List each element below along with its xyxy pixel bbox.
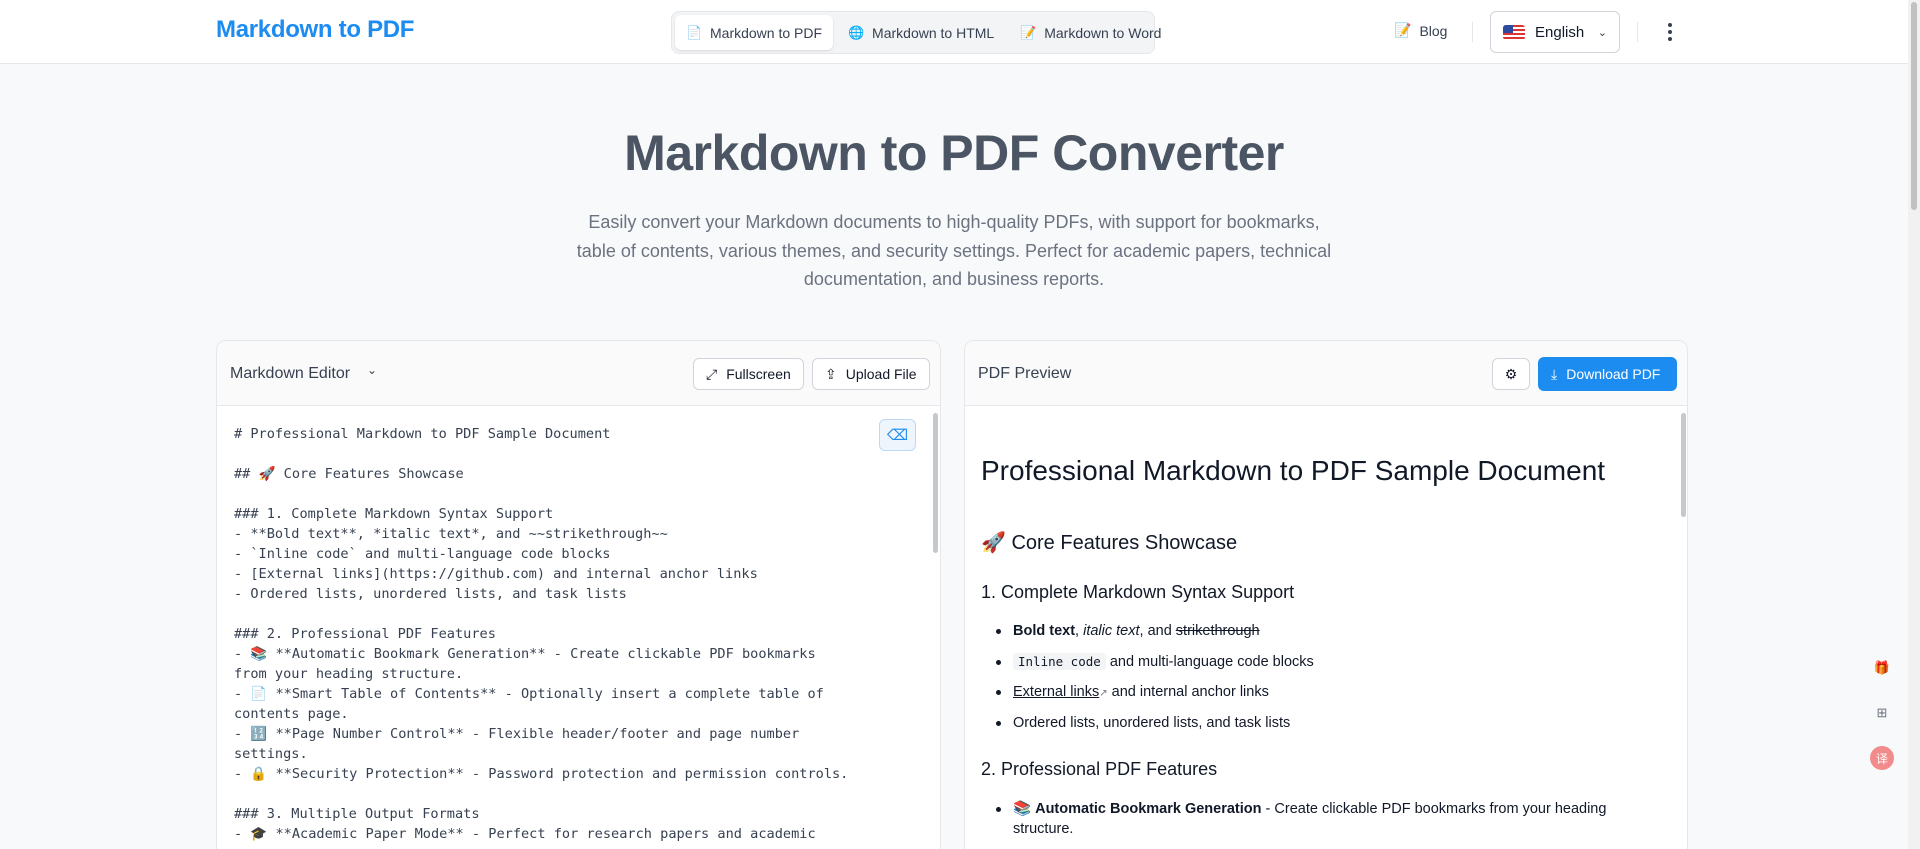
language-label: English [1535,23,1585,41]
editor-line: # Professional Markdown to PDF Sample Do… [234,426,611,442]
apps-icon[interactable]: ⊞ [1870,701,1894,725]
preview-list: Bold text, italic text, and strikethroug… [996,621,1314,744]
editor-scrollbar[interactable] [933,413,938,553]
editor-line: - Ordered lists, unordered lists, and ta… [234,586,627,602]
markdown-editor-panel: Markdown Editor ⌄ ⤢ Fullscreen ⇪ Upload … [216,340,941,849]
converter-tabs: 📄 Markdown to PDF 🌐 Markdown to HTML 📝 M… [671,11,1161,54]
upload-label: Upload File [845,366,917,382]
divider [1637,22,1638,42]
list-item: Bold text, italic text, and strikethroug… [996,621,1314,652]
text: structure. [1013,821,1074,837]
editor-line: - 🔢 **Page Number Control** - Flexible h… [234,726,800,742]
settings-button[interactable]: ⚙ [1492,358,1530,390]
strike-text: strikethrough [1175,623,1260,639]
markdown-textarea[interactable]: # Professional Markdown to PDF Sample Do… [217,407,940,849]
language-select[interactable]: English ⌄ [1490,11,1620,53]
clear-eraser-icon[interactable]: ⌫ [879,419,916,451]
preview-list: 📚 Automatic Bookmark Generation - Create… [995,799,1607,839]
brand-logo[interactable]: Markdown to PDF [216,16,414,44]
us-flag-icon [1503,24,1525,40]
editor-line: - [External links](https://github.com) a… [234,566,758,582]
editor-line: - **Bold text**, *italic text*, and ~~st… [234,526,668,542]
tab-markdown-to-pdf[interactable]: 📄 Markdown to PDF [675,15,834,50]
preview-scrollbar[interactable] [1681,413,1686,517]
inline-code: Inline code [1013,652,1106,670]
page-scrollbar[interactable] [1908,0,1920,849]
text: and internal anchor links [1107,684,1269,700]
editor-line: ## 🚀 Core Features Showcase [234,466,464,482]
preview-heading-2: 🚀 Core Features Showcase [981,532,1238,554]
editor-line: settings. [234,746,308,762]
external-link-icon: ↗ [1099,688,1108,699]
list-item: Ordered lists, unordered lists, and task… [996,713,1314,744]
editor-line: - 🎓 **Academic Paper Mode** - Perfect fo… [234,826,816,842]
gear-icon: ⚙ [1504,365,1518,382]
list-item: External links↗ and internal anchor link… [996,682,1314,713]
text: - Create clickable PDF bookmarks from yo… [1261,801,1607,817]
preview-heading-3: 1. Complete Markdown Syntax Support [981,582,1295,602]
editor-line: - `Inline code` and multi-language code … [234,546,611,562]
upload-file-button[interactable]: ⇪ Upload File [812,358,930,390]
books-icon: 📚 [1013,801,1032,817]
upload-icon: ⇪ [825,365,837,382]
tab-label: Markdown to HTML [872,24,995,41]
preview-heading-3: 2. Professional PDF Features [981,759,1218,779]
editor-line: contents page. [234,706,349,722]
page-subtitle: Easily convert your Markdown documents t… [576,212,1332,289]
chevron-down-icon: ⌄ [1597,26,1607,39]
editor-line: from your heading structure. [234,666,464,682]
top-navbar: Markdown to PDF 📄 Markdown to PDF 🌐 Mark… [0,0,1908,64]
text: , and [1139,623,1176,639]
text: and multi-language code blocks [1105,653,1314,670]
tab-markdown-to-word[interactable]: 📝 Markdown to Word [1009,15,1172,50]
blog-link[interactable]: 📝 Blog [1394,22,1447,39]
chevron-down-icon[interactable]: ⌄ [367,363,377,377]
page-title: Markdown to PDF Converter [624,125,1284,181]
italic-text: italic text [1083,623,1140,639]
translate-icon[interactable]: 译 [1870,746,1894,770]
editor-line: ### 2. Professional PDF Features [234,626,496,642]
bold-text: Automatic Bookmark Generation [1035,801,1262,817]
editor-line: ### 3. Multiple Output Formats [234,806,480,822]
blog-label: Blog [1419,22,1448,39]
fullscreen-label: Fullscreen [726,366,791,382]
tab-label: Markdown to PDF [710,24,823,41]
globe-icon: 🌐 [848,24,865,40]
text: , [1075,623,1084,639]
memo-icon: 📝 [1020,24,1037,40]
page-scrollbar-thumb[interactable] [1911,2,1917,210]
external-link[interactable]: External links [1013,684,1099,700]
pdf-preview-panel: PDF Preview ⚙ ⤓ Download PDF Professiona… [964,340,1688,849]
list-item: 📚 Automatic Bookmark Generation - Create… [995,799,1607,839]
tab-label: Markdown to Word [1044,24,1162,41]
editor-title: Markdown Editor [230,365,351,382]
expand-icon: ⤢ [706,365,718,382]
divider [1472,22,1473,42]
tab-markdown-to-html[interactable]: 🌐 Markdown to HTML [837,15,1005,50]
download-icon: ⤓ [1551,365,1558,382]
preview-heading-1: Professional Markdown to PDF Sample Docu… [981,455,1606,486]
download-label: Download PDF [1566,366,1661,382]
document-icon: 📄 [686,24,703,40]
memo-icon: 📝 [1394,22,1412,38]
preview-content: Professional Markdown to PDF Sample Docu… [965,407,1687,849]
editor-line: - 📚 **Automatic Bookmark Generation** - … [234,646,816,662]
preview-toolbar: PDF Preview ⚙ ⤓ Download PDF [965,341,1687,406]
text: Ordered lists, unordered lists, and task… [1013,714,1291,731]
editor-toolbar: Markdown Editor ⌄ ⤢ Fullscreen ⇪ Upload … [217,341,940,406]
preview-title: PDF Preview [978,365,1072,382]
more-menu-icon[interactable] [1660,18,1680,46]
download-pdf-button[interactable]: ⤓ Download PDF [1538,357,1677,391]
editor-line: ### 1. Complete Markdown Syntax Support [234,506,554,522]
fullscreen-button[interactable]: ⤢ Fullscreen [693,358,804,390]
list-item: Inline code and multi-language code bloc… [996,652,1314,683]
bold-text: Bold text [1013,623,1076,639]
gift-icon[interactable]: 🎁 [1870,656,1894,680]
editor-line: - 📄 **Smart Table of Contents** - Option… [234,686,824,702]
editor-line: - 🔒 **Security Protection** - Password p… [234,766,849,782]
